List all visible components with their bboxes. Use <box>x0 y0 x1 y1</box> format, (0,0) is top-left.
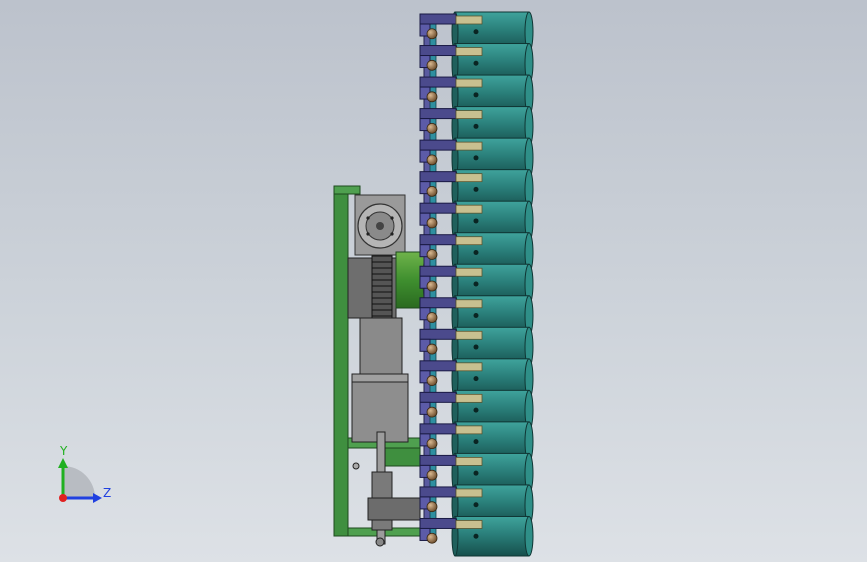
roller-spacer <box>455 47 483 56</box>
roller-bracket <box>419 13 457 25</box>
z-axis-label: Z <box>103 486 111 500</box>
roller-bracket <box>419 297 457 309</box>
orientation-triad[interactable]: Y Z <box>58 444 111 503</box>
y-axis-label: Y <box>59 444 68 458</box>
gear-housing[interactable] <box>354 194 406 256</box>
roller-bracket <box>419 360 457 372</box>
roller-hole <box>473 502 479 508</box>
roller-spacer <box>455 78 483 88</box>
shaft-bead <box>426 186 438 197</box>
roller-spacer <box>455 425 483 435</box>
roller-spacer <box>455 488 483 498</box>
roller-hole <box>473 29 479 35</box>
roller-bracket <box>419 454 457 466</box>
roller-hole <box>473 186 479 192</box>
roller-bracket <box>419 391 457 403</box>
roller-hole <box>473 439 479 445</box>
roller-spacer <box>455 141 483 151</box>
roller-end-cap <box>524 515 534 557</box>
roller-spacer <box>455 393 483 403</box>
roller-spacer <box>455 110 483 119</box>
shaft-bead <box>426 249 438 260</box>
shaft-bead <box>426 280 438 292</box>
shaft-bead <box>426 532 438 544</box>
y-axis-head <box>58 458 68 468</box>
roller-spacer <box>455 362 483 372</box>
roller-bracket <box>419 45 457 57</box>
roller-bracket <box>419 423 457 435</box>
roller-hole <box>473 123 479 129</box>
roller-hole <box>473 376 479 382</box>
roller-spacer <box>455 330 483 340</box>
roller-bracket <box>419 202 457 214</box>
roller-hole <box>473 281 479 287</box>
support-column[interactable] <box>351 317 409 443</box>
roller-spacer <box>455 299 483 309</box>
x-axis-dot <box>59 494 67 502</box>
shaft-bead <box>426 59 438 71</box>
roller-bracket <box>419 486 457 498</box>
shaft-bead <box>426 406 438 418</box>
shaft-bead <box>426 91 438 103</box>
roller-hole <box>473 218 479 224</box>
roller-bracket <box>419 265 457 277</box>
shaft-bead <box>426 343 438 355</box>
roller-spacer <box>455 457 483 466</box>
shaft-bead <box>426 469 438 481</box>
roller-bracket <box>419 517 457 529</box>
roller-bracket <box>419 139 457 151</box>
roller-hole <box>473 155 479 161</box>
roller-hole <box>473 249 479 255</box>
shaft-bead <box>426 28 438 40</box>
roller-hole <box>473 313 479 319</box>
shaft-bead <box>426 438 438 450</box>
roller-bracket <box>419 108 457 120</box>
gear-train[interactable] <box>347 255 397 325</box>
roller-spacer <box>455 173 483 183</box>
roller-hole <box>473 92 479 98</box>
roller-hole <box>473 344 479 350</box>
shaft-bead <box>426 122 438 134</box>
z-axis-head <box>93 493 102 503</box>
roller-bracket <box>419 328 457 340</box>
roller-bracket <box>419 234 457 246</box>
roller-spacer <box>455 236 483 246</box>
roller-spacer <box>455 15 483 25</box>
roller-bracket <box>419 76 457 88</box>
roller-hole <box>473 407 479 413</box>
roller-hole <box>473 60 479 66</box>
shaft-bead <box>426 154 438 166</box>
shaft-bead <box>426 375 438 386</box>
roller-hole <box>473 470 479 476</box>
roller-hole <box>473 533 479 539</box>
shaft-bead <box>426 501 438 513</box>
shaft-bead <box>426 312 438 323</box>
roller-bracket <box>419 171 457 183</box>
roller-spacer <box>455 267 483 277</box>
roller-spacer <box>455 520 483 529</box>
shaft-bead <box>426 217 438 229</box>
cad-viewport[interactable]: Y Z <box>0 0 867 562</box>
roller-spacer <box>455 204 483 214</box>
roller-stack[interactable] <box>419 11 534 557</box>
